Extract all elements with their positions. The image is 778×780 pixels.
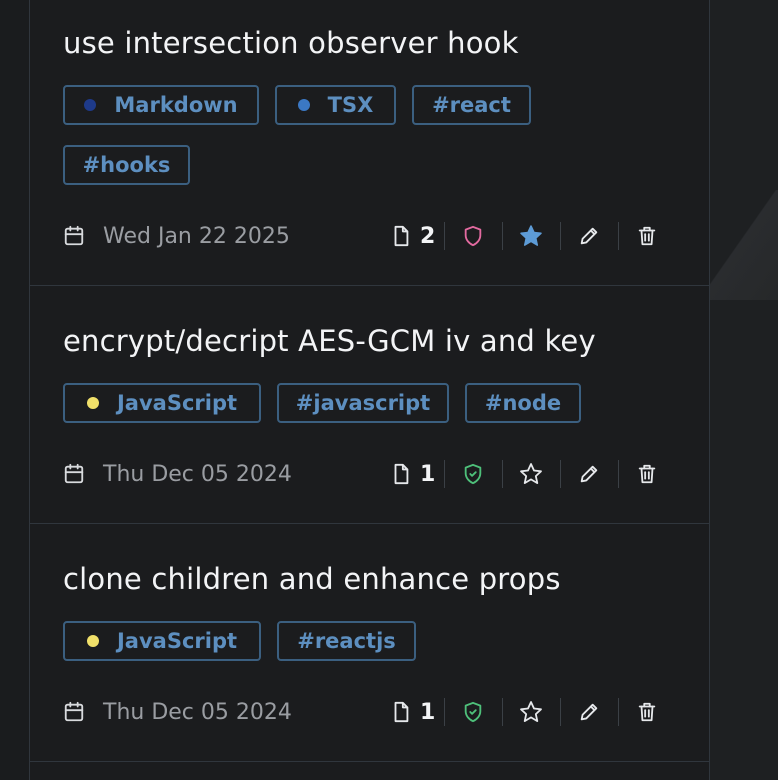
calendar-icon — [63, 225, 85, 247]
language-tag-markdown[interactable]: Markdown — [63, 85, 259, 125]
favorite-button[interactable] — [502, 454, 560, 494]
background-area — [710, 0, 778, 780]
favorite-button[interactable] — [502, 692, 560, 732]
star-icon — [519, 224, 543, 248]
delete-button[interactable] — [618, 216, 676, 256]
background-shape — [710, 190, 778, 300]
tag-label: #javascript — [295, 391, 431, 415]
snippet-list: use intersection observer hook Markdown … — [29, 0, 710, 780]
snippet-card[interactable]: clone children and enhance props JavaScr… — [30, 524, 709, 762]
hashtag-hooks[interactable]: #hooks — [63, 145, 190, 185]
hashtag-node[interactable]: #node — [465, 383, 581, 423]
tag-label: JavaScript — [116, 629, 238, 653]
edit-button[interactable] — [560, 454, 618, 494]
snippet-actions: 2 — [386, 216, 676, 256]
snippet-date: Wed Jan 22 2025 — [103, 223, 290, 249]
visibility-button[interactable] — [444, 216, 502, 256]
shield-check-icon — [462, 463, 484, 485]
language-dot — [86, 635, 99, 647]
language-dot — [84, 99, 97, 111]
hashtag-reactjs[interactable]: #reactjs — [277, 621, 416, 661]
snippet-footer: Thu Dec 05 2024 1 — [63, 692, 676, 732]
snippet-actions: 1 — [386, 692, 676, 732]
snippet-title[interactable]: clone children and enhance props — [63, 562, 561, 596]
file-icon — [390, 701, 412, 723]
tag-label: #reactjs — [297, 629, 396, 653]
date-info: Thu Dec 05 2024 — [63, 700, 292, 725]
snippet-actions: 1 — [386, 454, 676, 494]
calendar-icon — [63, 463, 85, 485]
tag-label: #node — [484, 391, 562, 415]
language-dot — [297, 99, 310, 111]
file-count-value: 1 — [420, 699, 436, 725]
snippet-card[interactable]: encrypt/decript AES-GCM iv and key JavaS… — [30, 286, 709, 524]
snippet-footer: Thu Dec 05 2024 1 — [63, 454, 676, 494]
file-count: 1 — [386, 692, 444, 732]
snippet-date: Thu Dec 05 2024 — [103, 699, 292, 725]
file-count-value: 2 — [420, 223, 436, 249]
snippet-card[interactable]: use intersection observer hook Markdown … — [30, 0, 709, 286]
date-info: Wed Jan 22 2025 — [63, 224, 290, 249]
tag-label: Markdown — [114, 93, 238, 117]
shield-check-icon — [462, 701, 484, 723]
visibility-button[interactable] — [444, 692, 502, 732]
visibility-button[interactable] — [444, 454, 502, 494]
pencil-icon — [578, 463, 600, 485]
pencil-icon — [578, 225, 600, 247]
file-icon — [390, 463, 412, 485]
snippet-footer: Wed Jan 22 2025 2 — [63, 216, 676, 256]
date-info: Thu Dec 05 2024 — [63, 462, 292, 487]
tag-label: TSX — [327, 93, 374, 117]
tag-label: #hooks — [82, 153, 171, 177]
edit-button[interactable] — [560, 216, 618, 256]
hashtag-react[interactable]: #react — [412, 85, 531, 125]
trash-icon — [636, 225, 658, 247]
language-tag-tsx[interactable]: TSX — [275, 85, 396, 125]
star-icon — [519, 462, 543, 486]
language-tag-javascript[interactable]: JavaScript — [63, 621, 261, 661]
snippet-date: Thu Dec 05 2024 — [103, 461, 292, 487]
hashtag-javascript[interactable]: #javascript — [277, 383, 449, 423]
favorite-button[interactable] — [502, 216, 560, 256]
language-dot — [86, 397, 99, 409]
pencil-icon — [578, 701, 600, 723]
snippet-title[interactable]: encrypt/decript AES-GCM iv and key — [63, 324, 596, 358]
tag-label: #react — [432, 93, 511, 117]
file-icon — [390, 225, 412, 247]
snippet-card[interactable] — [30, 762, 709, 780]
file-count-value: 1 — [420, 461, 436, 487]
trash-icon — [636, 463, 658, 485]
delete-button[interactable] — [618, 692, 676, 732]
file-count: 1 — [386, 454, 444, 494]
language-tag-javascript[interactable]: JavaScript — [63, 383, 261, 423]
snippet-title[interactable]: use intersection observer hook — [63, 26, 519, 60]
shield-icon — [462, 225, 484, 247]
calendar-icon — [63, 701, 85, 723]
trash-icon — [636, 701, 658, 723]
tag-label: JavaScript — [116, 391, 238, 415]
file-count: 2 — [386, 216, 444, 256]
star-icon — [519, 700, 543, 724]
edit-button[interactable] — [560, 692, 618, 732]
delete-button[interactable] — [618, 454, 676, 494]
